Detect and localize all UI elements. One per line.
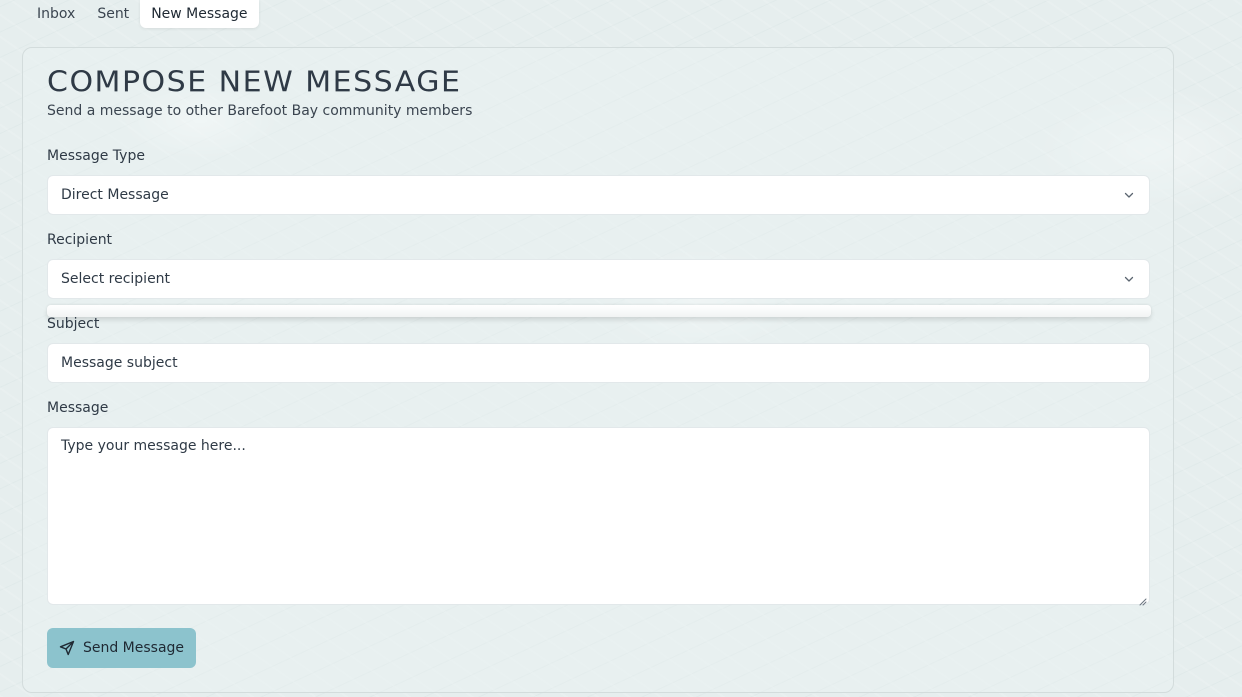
message-placeholder: Type your message here... bbox=[61, 438, 246, 454]
send-icon bbox=[59, 640, 75, 656]
subject-placeholder: Message subject bbox=[61, 355, 178, 371]
message-label: Message bbox=[47, 400, 109, 416]
message-type-select[interactable]: Direct Message bbox=[47, 175, 1150, 215]
resize-handle-icon[interactable] bbox=[1139, 594, 1147, 606]
subject-input[interactable]: Message subject bbox=[47, 343, 1150, 383]
message-textarea[interactable]: Type your message here... bbox=[47, 427, 1150, 606]
recipient-dropdown-menu bbox=[47, 305, 1151, 317]
recipient-value: Select recipient bbox=[61, 271, 171, 287]
subject-label: Subject bbox=[47, 316, 100, 332]
tab-new-message[interactable]: New Message bbox=[140, 0, 259, 28]
page-subtitle: Send a message to other Barefoot Bay com… bbox=[47, 103, 473, 119]
page-title: COMPOSE NEW MESSAGE bbox=[47, 66, 462, 100]
tab-inbox[interactable]: Inbox bbox=[26, 0, 86, 28]
tab-sent[interactable]: Sent bbox=[86, 0, 140, 28]
message-type-label: Message Type bbox=[47, 148, 145, 164]
compose-card: COMPOSE NEW MESSAGE Send a message to ot… bbox=[22, 47, 1174, 693]
send-message-button[interactable]: Send Message bbox=[47, 628, 196, 668]
message-type-value: Direct Message bbox=[61, 187, 169, 203]
message-tabs: Inbox Sent New Message bbox=[26, 0, 259, 28]
recipient-label: Recipient bbox=[47, 232, 113, 248]
send-message-label: Send Message bbox=[82, 640, 185, 656]
chevron-down-icon bbox=[1122, 272, 1136, 286]
recipient-select[interactable]: Select recipient bbox=[47, 259, 1150, 299]
chevron-down-icon bbox=[1122, 188, 1136, 202]
